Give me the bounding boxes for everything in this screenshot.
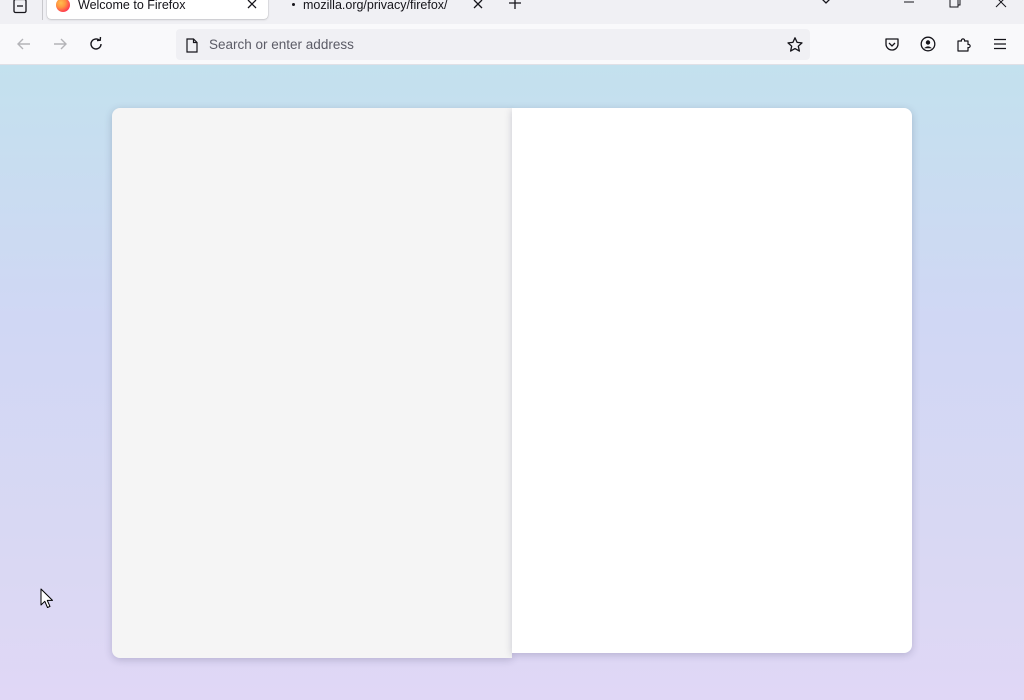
restore-icon[interactable] bbox=[940, 0, 970, 12]
star-icon[interactable] bbox=[786, 36, 804, 54]
loading-dot-icon bbox=[292, 3, 295, 6]
forward-arrow-icon[interactable] bbox=[48, 32, 72, 56]
page-content bbox=[0, 65, 1024, 700]
reload-icon[interactable] bbox=[84, 32, 108, 56]
account-icon[interactable] bbox=[916, 32, 940, 56]
mouse-cursor-icon bbox=[40, 588, 54, 610]
welcome-card-right-panel bbox=[512, 108, 912, 653]
navigation-toolbar bbox=[0, 24, 1024, 65]
chevron-down-icon[interactable] bbox=[817, 0, 835, 8]
welcome-card bbox=[112, 108, 912, 658]
close-icon[interactable] bbox=[470, 0, 486, 12]
tab-welcome[interactable]: Welcome to Firefox bbox=[47, 0, 268, 19]
close-icon[interactable] bbox=[986, 0, 1016, 12]
firefox-logo-icon bbox=[56, 0, 70, 12]
back-arrow-icon[interactable] bbox=[12, 32, 36, 56]
tab-title: mozilla.org/privacy/firefox/ bbox=[303, 0, 448, 12]
welcome-card-left-panel bbox=[112, 108, 512, 658]
address-bar[interactable] bbox=[176, 29, 810, 60]
address-input[interactable] bbox=[209, 33, 769, 56]
page-icon bbox=[185, 37, 199, 53]
puzzle-icon[interactable] bbox=[952, 32, 976, 56]
plus-icon[interactable] bbox=[506, 0, 524, 12]
tab-list-icon[interactable] bbox=[8, 0, 32, 18]
close-icon[interactable] bbox=[244, 0, 260, 12]
tab-title: Welcome to Firefox bbox=[78, 0, 186, 12]
hamburger-menu-icon[interactable] bbox=[988, 32, 1012, 56]
pocket-icon[interactable] bbox=[880, 32, 904, 56]
tab-privacy[interactable]: mozilla.org/privacy/firefox/ bbox=[272, 0, 494, 19]
tab-bar: Welcome to Firefox mozilla.org/privacy/f… bbox=[0, 0, 1024, 24]
minimize-icon[interactable] bbox=[894, 0, 924, 12]
tab-separator bbox=[42, 0, 43, 20]
